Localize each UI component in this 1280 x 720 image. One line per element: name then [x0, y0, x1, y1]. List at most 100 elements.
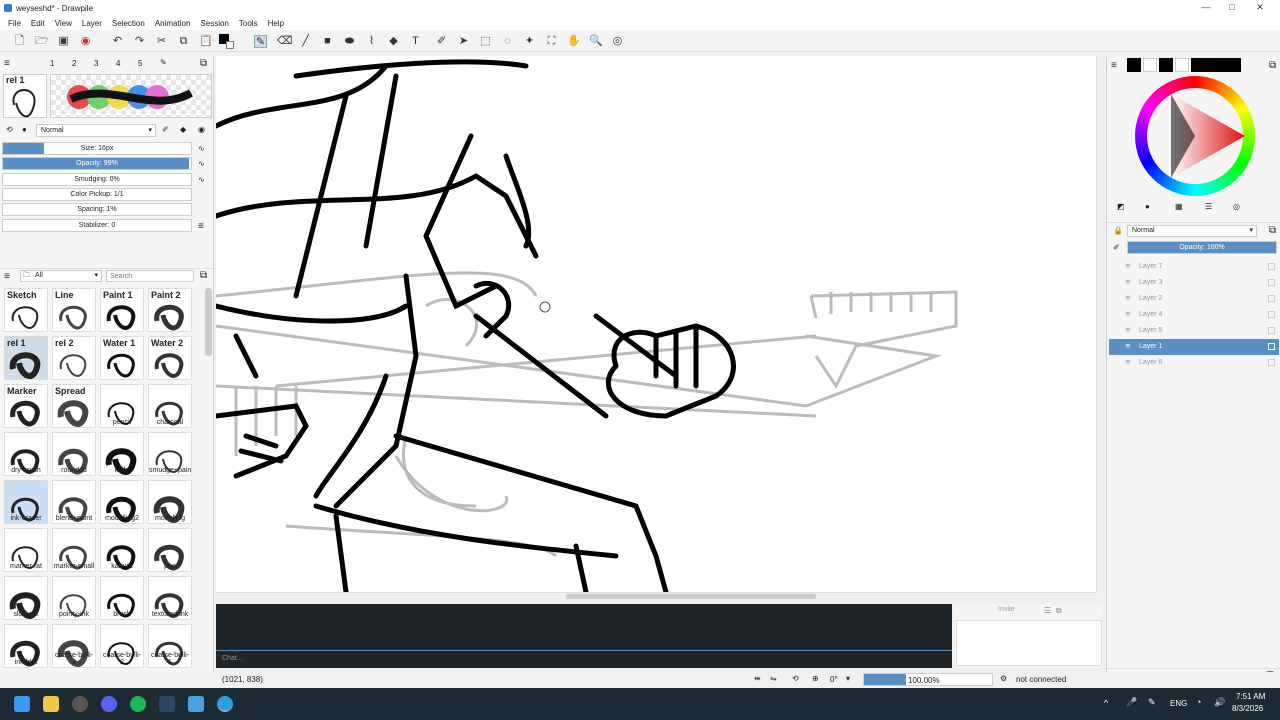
palette-swatch[interactable] — [1143, 58, 1157, 72]
close-button[interactable]: ✕ — [1254, 2, 1266, 14]
zoom-slider[interactable]: 100.00% — [863, 673, 993, 686]
layer-visibility-checkbox[interactable] — [1268, 327, 1275, 334]
record-icon[interactable]: ◉ — [79, 35, 92, 48]
brush-preset[interactable]: Spread — [52, 384, 96, 428]
language-indicator[interactable]: ENG — [1170, 699, 1187, 708]
minimize-button[interactable]: — — [1200, 2, 1212, 14]
eraser-preset-icon[interactable]: ✎ — [160, 58, 167, 67]
brush-shape-icon[interactable]: ● — [22, 125, 27, 134]
canvas-vertical-scrollbar[interactable] — [1096, 56, 1104, 592]
reset-brush-icon[interactable]: ⟲ — [6, 125, 13, 134]
preset-tab-4[interactable]: 4 — [116, 59, 120, 68]
brush-preset[interactable]: blend+paint — [52, 480, 96, 524]
spacing-slider[interactable]: Spacing: 1% — [2, 203, 192, 216]
brush-preset[interactable]: marker-small — [52, 528, 96, 572]
discord-icon[interactable] — [101, 696, 117, 712]
layer-visibility-checkbox[interactable] — [1268, 343, 1275, 350]
smudging-slider[interactable]: Smudging: 0% — [2, 173, 192, 186]
fill-tool-icon[interactable]: ◆ — [387, 35, 400, 48]
color-hsv-tab-icon[interactable]: ◎ — [1233, 202, 1240, 211]
palette-swatch[interactable] — [1191, 58, 1241, 72]
undo-icon[interactable]: ↶ — [111, 35, 124, 48]
pressure-size-icon[interactable]: ∿ — [198, 144, 205, 153]
spotify-icon[interactable] — [130, 696, 146, 712]
pressure-opacity-icon[interactable]: ∿ — [198, 159, 205, 168]
saturation-triangle[interactable] — [1135, 76, 1255, 196]
user-list-menu-icon[interactable]: ☰ — [1044, 606, 1051, 615]
brush-preset[interactable]: Marker — [4, 384, 48, 428]
pen-tray-icon[interactable]: ✎ — [1148, 697, 1156, 708]
browser-icon[interactable] — [72, 696, 88, 712]
erase-mode-icon[interactable]: ◆ — [180, 125, 186, 134]
reset-view-icon[interactable]: ⟲ — [792, 674, 799, 683]
zoom-tool-icon[interactable]: 🔍 — [589, 35, 603, 48]
menu-animation[interactable]: Animation — [155, 19, 191, 28]
brush-preset[interactable]: dry-brush — [4, 432, 48, 476]
layer-visibility-checkbox[interactable] — [1268, 295, 1275, 302]
color-grid-tab-icon[interactable]: ▦ — [1175, 202, 1183, 211]
brush-preset[interactable]: kabura — [100, 528, 144, 572]
brush-preset[interactable]: marker-fat — [4, 528, 48, 572]
mic-icon[interactable]: 🎤 — [1126, 697, 1137, 708]
paste-icon[interactable]: 📋 — [199, 35, 213, 48]
brush-preset[interactable]: coarse-bulli-2 — [100, 624, 144, 668]
brush-preset[interactable]: rounded — [52, 432, 96, 476]
brush-blend-select[interactable]: Normal ▾ — [36, 124, 156, 137]
brush-preset[interactable]: ink-blot — [4, 624, 48, 668]
brush-preset[interactable]: modelling — [148, 480, 192, 524]
brush-preset[interactable]: Line — [52, 288, 96, 332]
color-wheel-tab-icon[interactable]: ◩ — [1117, 202, 1125, 211]
dock-menu-icon[interactable]: ≡ — [4, 58, 10, 69]
preset-tab-3[interactable]: 3 — [94, 59, 98, 68]
steam-icon[interactable] — [159, 696, 175, 712]
freehand-tool-icon[interactable]: ✎ — [254, 35, 267, 48]
palette-swatch[interactable] — [1159, 58, 1173, 72]
open-icon[interactable]: 🗁 — [35, 35, 49, 48]
brush-preset[interactable]: knife — [100, 432, 144, 476]
float-dock-icon[interactable]: ⧉ — [200, 58, 207, 69]
text-tool-icon[interactable]: T — [409, 35, 422, 48]
user-list-float-icon[interactable]: ⧉ — [1056, 606, 1062, 616]
wifi-icon[interactable]: ◔ — [1196, 697, 1201, 707]
color-picker-icon[interactable]: ✐ — [435, 35, 448, 48]
size-slider[interactable]: Size: 16px — [2, 142, 192, 155]
menu-help[interactable]: Help — [268, 19, 284, 28]
laser-pointer-icon[interactable]: ➤ — [457, 35, 470, 48]
chat-input[interactable]: Chat... — [222, 655, 243, 662]
layer-row[interactable]: ≋ Layer 6 — [1109, 355, 1279, 371]
float-color-icon[interactable]: ⧉ — [1269, 60, 1276, 71]
preset-tab-5[interactable]: 5 — [138, 59, 142, 68]
lock-icon[interactable]: 🔒 — [1113, 226, 1123, 235]
color-pickup-icon[interactable]: ✐ — [162, 125, 169, 134]
layer-visibility-checkbox[interactable] — [1268, 311, 1275, 318]
brush-preset[interactable]: Sketch — [4, 288, 48, 332]
brush-preset[interactable]: Water 1 — [100, 336, 144, 380]
rotation-icon[interactable]: ⊕ — [812, 674, 819, 683]
brush-preset[interactable]: brush — [100, 576, 144, 620]
lock-alpha-icon[interactable]: ◉ — [198, 125, 205, 134]
mirror-icon[interactable]: ⇋ — [770, 674, 777, 683]
library-menu-icon[interactable]: ≡ — [4, 271, 10, 282]
brush-scrollbar[interactable] — [205, 288, 212, 356]
brush-preset[interactable]: ink-eraser — [4, 480, 48, 524]
tray-chevron-icon[interactable]: ^ — [1104, 698, 1108, 708]
float-layers-icon[interactable]: ⧉ — [1269, 225, 1276, 236]
menu-view[interactable]: View — [55, 19, 72, 28]
flip-icon[interactable]: ⇹ — [754, 674, 761, 683]
clock-time[interactable]: 7:51 AM — [1236, 692, 1265, 701]
menu-file[interactable]: File — [8, 19, 21, 28]
brush-preset[interactable]: modelling2 — [100, 480, 144, 524]
current-brush-preview[interactable]: rel 1 — [3, 74, 47, 118]
brush-preset[interactable]: coarse-bulli-3 — [52, 624, 96, 668]
layer-visibility-checkbox[interactable] — [1268, 359, 1275, 366]
line-tool-icon[interactable]: ╱ — [299, 35, 312, 48]
brush-preset[interactable]: slow-ink — [4, 576, 48, 620]
layer-opacity-slider[interactable]: Opacity: 100% — [1127, 241, 1277, 254]
redo-icon[interactable]: ↷ — [133, 35, 146, 48]
brush-preset[interactable]: rel 1 — [4, 336, 48, 380]
rotation-chevron-icon[interactable]: ▾ — [846, 674, 850, 683]
opacity-slider[interactable]: Opacity: 99% — [2, 157, 192, 170]
menu-edit[interactable]: Edit — [31, 19, 45, 28]
background-color-swatch[interactable] — [226, 41, 234, 49]
cut-icon[interactable]: ✂ — [155, 35, 168, 48]
